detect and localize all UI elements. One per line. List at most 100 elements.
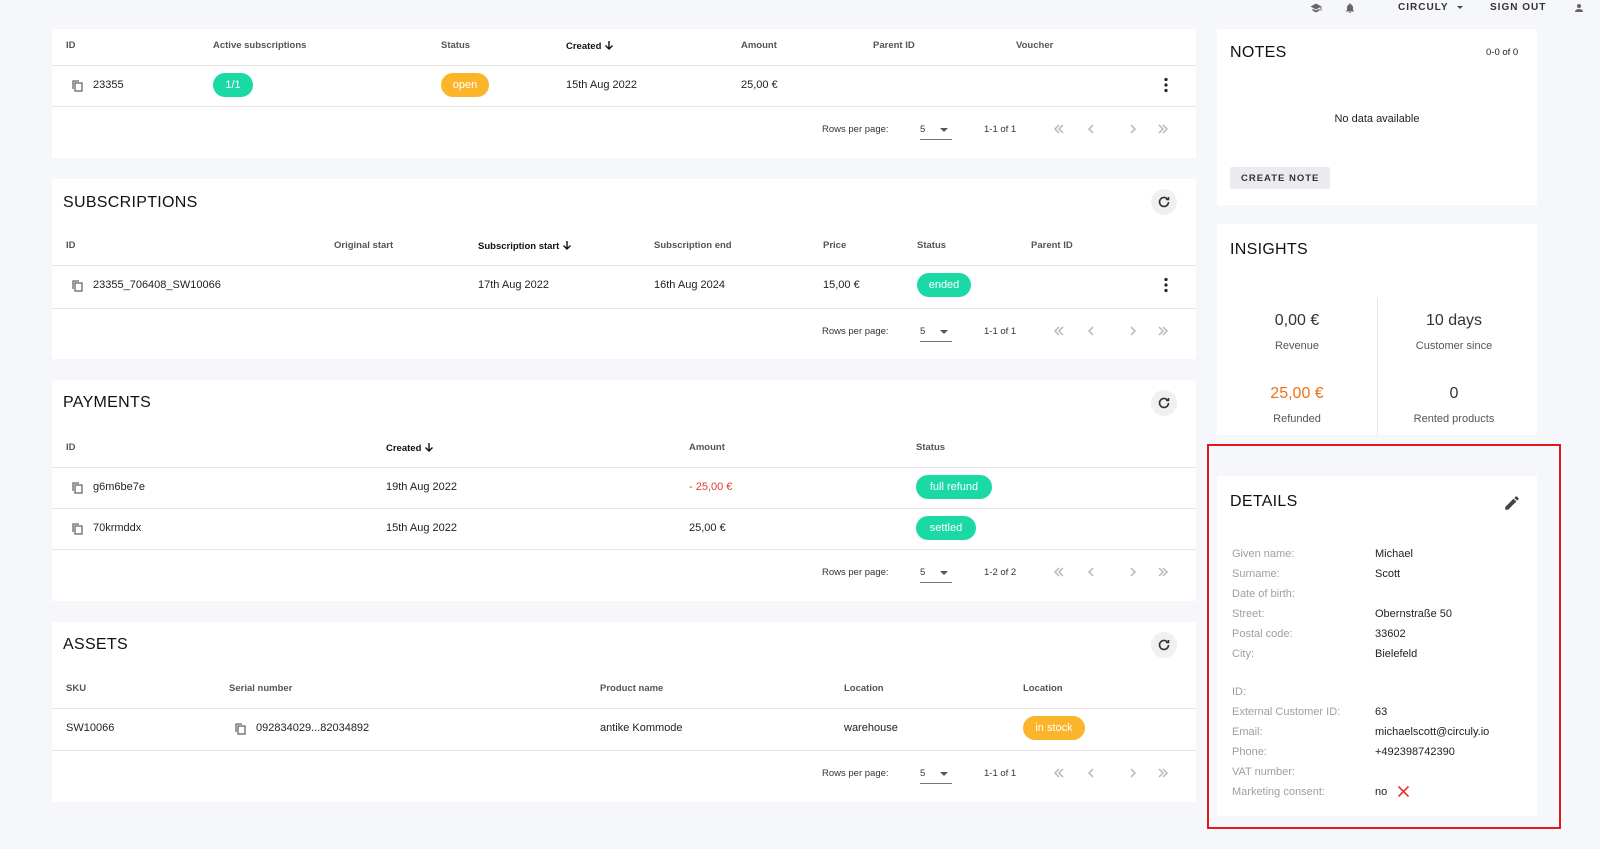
rows-per-page-select[interactable]: 5 — [920, 764, 952, 784]
status-badge: in stock — [1023, 716, 1085, 740]
col-header-id: ID — [66, 240, 76, 251]
prev-page-icon[interactable] — [1084, 565, 1098, 579]
page-range: 1-1 of 1 — [984, 326, 1017, 337]
prev-page-icon[interactable] — [1084, 122, 1098, 136]
sku: SW10066 — [66, 722, 115, 734]
bell-icon[interactable] — [1344, 2, 1356, 14]
created-date: 15th Aug 2022 — [566, 79, 637, 91]
first-page-icon[interactable] — [1052, 766, 1066, 780]
last-page-icon[interactable] — [1156, 766, 1170, 780]
col-header-id: ID — [66, 40, 76, 51]
rows-per-page-label: Rows per page: — [822, 567, 889, 578]
refresh-button[interactable] — [1151, 632, 1177, 658]
arrow-down-icon — [562, 240, 572, 250]
first-page-icon[interactable] — [1052, 122, 1066, 136]
divider — [52, 708, 1196, 709]
org-menu[interactable]: CIRCULY — [1398, 2, 1463, 13]
insight-revenue: 0,00 € Revenue — [1274, 312, 1320, 352]
first-page-icon[interactable] — [1052, 324, 1066, 338]
refresh-button[interactable] — [1151, 189, 1177, 215]
col-header-status: Status — [917, 240, 947, 251]
orders-card: ID Active subscriptions Status Created A… — [52, 29, 1196, 158]
col-header-created[interactable]: Created — [386, 442, 434, 454]
col-header-location: Location — [844, 683, 884, 694]
assets-title: ASSETS — [63, 636, 128, 653]
refresh-button[interactable] — [1151, 390, 1177, 416]
next-page-icon[interactable] — [1126, 122, 1140, 136]
divider — [52, 265, 1196, 266]
prev-page-icon[interactable] — [1084, 324, 1098, 338]
col-header-price: Price — [823, 240, 847, 251]
col-header-created[interactable]: Created — [566, 40, 614, 52]
copy-icon[interactable] — [72, 279, 83, 292]
subscription-start: 17th Aug 2022 — [478, 279, 549, 291]
rows-per-page-select[interactable]: 5 — [920, 120, 952, 140]
col-header-original-start: Original start — [334, 240, 394, 251]
col-header-status: Status — [916, 442, 946, 453]
school-icon[interactable] — [1310, 2, 1322, 14]
pagination: Rows per page: 5 1-2 of 2 — [822, 563, 1182, 583]
rows-per-page-label: Rows per page: — [822, 768, 889, 779]
last-page-icon[interactable] — [1156, 122, 1170, 136]
status-badge: full refund — [916, 475, 992, 499]
col-header-status: Status — [441, 40, 471, 51]
col-header-parent-id: Parent ID — [1031, 240, 1073, 251]
notes-count: 0-0 of 0 — [1486, 47, 1519, 58]
amount: 25,00 € — [689, 522, 726, 534]
subscriptions-card: SUBSCRIPTIONS ID Original start Subscrip… — [52, 179, 1196, 359]
last-page-icon[interactable] — [1156, 324, 1170, 338]
rows-per-page-select[interactable]: 5 — [920, 563, 952, 583]
prev-page-icon[interactable] — [1084, 766, 1098, 780]
more-vert-icon[interactable] — [1160, 277, 1172, 293]
col-header-amount: Amount — [741, 40, 777, 51]
created-date: 15th Aug 2022 — [386, 522, 457, 534]
subscriptions-title: SUBSCRIPTIONS — [63, 194, 198, 211]
created-date: 19th Aug 2022 — [386, 481, 457, 493]
col-header-serial-number: Serial number — [229, 683, 293, 694]
copy-icon[interactable] — [72, 481, 83, 494]
next-page-icon[interactable] — [1126, 324, 1140, 338]
divider — [52, 467, 1196, 468]
more-vert-icon[interactable] — [1160, 77, 1172, 93]
last-page-icon[interactable] — [1156, 565, 1170, 579]
payment-id: g6m6be7e — [93, 481, 145, 493]
org-label: CIRCULY — [1398, 2, 1449, 13]
divider — [52, 508, 1196, 509]
rows-per-page-select[interactable]: 5 — [920, 322, 952, 342]
notes-card: NOTES 0-0 of 0 No data available CREATE … — [1217, 29, 1537, 205]
insights-title: INSIGHTS — [1230, 241, 1308, 258]
create-note-button[interactable]: CREATE NOTE — [1230, 167, 1331, 189]
page-range: 1-1 of 1 — [984, 768, 1017, 779]
payments-card: PAYMENTS ID Created Amount Status g6m6be… — [52, 380, 1196, 601]
copy-icon[interactable] — [72, 79, 83, 92]
serial-number: 092834029...82034892 — [256, 722, 370, 734]
col-header-location-status: Location — [1023, 683, 1063, 694]
page-range: 1-1 of 1 — [984, 124, 1017, 135]
chevron-down-icon — [1456, 6, 1463, 9]
next-page-icon[interactable] — [1126, 766, 1140, 780]
arrow-down-icon — [604, 40, 614, 50]
copy-icon[interactable] — [72, 522, 83, 535]
insights-card: INSIGHTS 0,00 € Revenue 10 days Customer… — [1217, 224, 1537, 435]
order-id: 23355 — [93, 79, 124, 91]
top-bar: CIRCULY SIGN OUT — [1270, 0, 1600, 18]
status-badge: open — [441, 73, 489, 97]
first-page-icon[interactable] — [1052, 565, 1066, 579]
caret-down-icon — [940, 772, 948, 776]
subscription-id: 23355_706408_SW10066 — [93, 279, 221, 291]
refresh-icon — [1158, 397, 1170, 409]
divider — [52, 65, 1196, 66]
sign-out-button[interactable]: SIGN OUT — [1490, 2, 1546, 13]
copy-icon[interactable] — [235, 722, 246, 735]
account-icon[interactable] — [1573, 2, 1585, 14]
refresh-icon — [1158, 639, 1170, 651]
next-page-icon[interactable] — [1126, 565, 1140, 579]
insight-rented-products: 0 Rented products — [1413, 385, 1495, 425]
refresh-icon — [1158, 196, 1170, 208]
insight-refunded: 25,00 € Refunded — [1270, 385, 1324, 425]
location: warehouse — [844, 722, 898, 734]
status-badge: settled — [916, 516, 976, 540]
col-header-active-subscriptions: Active subscriptions — [213, 40, 307, 51]
payments-title: PAYMENTS — [63, 394, 152, 411]
col-header-subscription-start[interactable]: Subscription start — [478, 240, 572, 252]
